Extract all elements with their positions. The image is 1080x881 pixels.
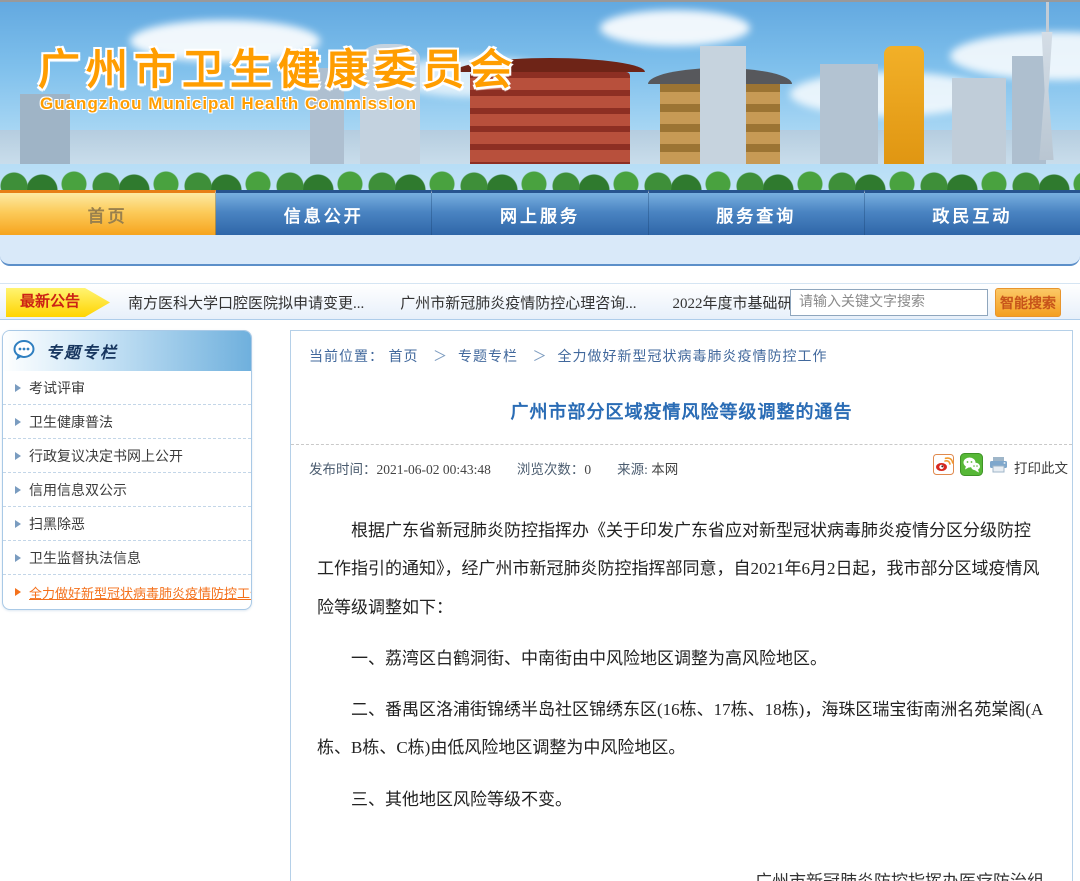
breadcrumb-label: 当前位置： [309,350,384,365]
search-input[interactable] [790,289,988,316]
breadcrumb-separator: ＞ [433,350,448,365]
print-article-button[interactable]: 打印此文 [1014,457,1068,477]
wechat-share-icon[interactable] [960,453,983,480]
site-banner: 广州市卫生健康委员会 Guangzhou Municipal Health Co… [0,0,1080,190]
breadcrumb-item[interactable]: ＞ 专题专栏 [423,350,518,365]
arrow-right-icon [15,588,21,596]
ticker-link[interactable]: 广州市新冠肺炎疫情防控心理咨询... [400,292,636,313]
printer-icon[interactable] [989,456,1008,477]
canton-tower-icon [1046,0,1049,34]
arrow-right-icon [15,520,21,528]
sidebar-item-label: 信用信息双公示 [29,480,127,500]
sidebar-item[interactable]: 扫黑除恶 [3,507,251,541]
arrow-right-icon [15,554,21,562]
sidebar-item-label: 卫生监督执法信息 [29,548,141,568]
latest-announcement-badge: 最新公告 [6,288,110,317]
sidebar-item[interactable]: 信用信息双公示 [3,473,251,507]
publish-time-label: 发布时间： [309,462,377,477]
source-label: 来源: [617,462,651,477]
article-signature: 广州市新冠肺炎防控指挥办医疗防治组 [291,867,1072,881]
nav-tab-label: 信息公开 [284,202,364,227]
nav-tab[interactable]: 政民互动 [865,190,1080,235]
sidebar-item[interactable]: 全力做好新型冠状病毒肺炎疫情防控工作 [3,575,251,609]
sidebar-item[interactable]: 考试评审 [3,371,251,405]
breadcrumb-item[interactable]: ＞首页 [389,350,419,365]
sidebar-item-label: 考试评审 [29,378,85,398]
share-toolbar: 打印此文 [933,453,1068,480]
site-subtitle: Guangzhou Municipal Health Commission [40,94,417,114]
speech-bubble-icon [13,340,37,362]
sidebar-header: 专题专栏 [3,331,251,371]
skyline-building [820,64,878,164]
breadcrumb-items: ＞首页 ＞ 专题专栏 ＞ 全力做好新型冠状病毒肺炎疫情防控工作 [389,350,828,365]
nav-tab-label: 政民互动 [932,202,1012,227]
breadcrumb-item[interactable]: ＞ 全力做好新型冠状病毒肺炎疫情防控工作 [523,350,828,365]
smart-search-button[interactable]: 智能搜索 [995,288,1061,317]
breadcrumb-separator: ＞ [533,350,548,365]
article-panel: 当前位置： ＞首页 ＞ 专题专栏 ＞ 全力做好新型冠状病毒肺炎疫情防控工作 广州市部… [290,330,1073,881]
article-paragraph: 二、番禺区洛浦街锦绣半岛社区锦绣东区(16栋、17栋、18栋)，海珠区瑞宝街南洲… [317,691,1046,768]
nav-tab-label: 首页 [88,202,128,227]
nav-substrip [0,235,1080,266]
announcement-ticker: 最新公告 南方医科大学口腔医院拟申请变更... 广州市新冠肺炎疫情防控心理咨询.… [0,283,1080,320]
arrow-right-icon [15,418,21,426]
nav-tab-label: 服务查询 [716,202,796,227]
article-body: 根据广东省新冠肺炎防控指挥办《关于印发广东省应对新型冠状病毒肺炎疫情分区分级防控… [291,488,1072,819]
views-value: 0 [584,462,591,477]
article-meta: 发布时间：2021-06-02 00:43:48 浏览次数：0 来源: 本网 [291,444,1072,488]
arrow-right-icon [15,384,21,392]
article-paragraph: 一、荔湾区白鹤洞街、中南街由中风险地区调整为高风险地区。 [317,640,1046,678]
skyline-building [884,46,924,164]
trees-decoration [0,160,1080,190]
arrow-right-icon [15,452,21,460]
breadcrumb-item-label: 首页 [389,350,419,365]
sidebar-item-label: 扫黑除恶 [29,514,85,534]
nav-tab[interactable]: 服务查询 [649,190,865,235]
nav-tab-label: 网上服务 [500,202,580,227]
sidebar-item[interactable]: 卫生健康普法 [3,405,251,439]
article-paragraph: 三、其他地区风险等级不变。 [317,781,1046,819]
sidebar-special-topics: 专题专栏 考试评审 卫生健康普法 行政复议决定书网上公开 [2,330,252,610]
skyline-building [700,46,746,164]
source-value: 本网 [651,462,678,477]
sidebar-item-label: 全力做好新型冠状病毒肺炎疫情防控工作 [29,583,252,602]
publish-time-value: 2021-06-02 00:43:48 [377,462,491,477]
breadcrumb-item-label: 专题专栏 [458,350,518,365]
nav-tab[interactable]: 信息公开 [216,190,432,235]
ticker-link[interactable]: 南方医科大学口腔医院拟申请变更... [128,292,364,313]
views-label: 浏览次数： [517,462,585,477]
main-nav: 首页 信息公开 网上服务 服务查询 政民互动 [0,190,1080,235]
page: 广州市卫生健康委员会 Guangzhou Municipal Health Co… [0,0,1080,881]
weibo-share-icon[interactable] [933,454,954,479]
article-title: 广州市部分区域疫情风险等级调整的通告 [291,398,1072,424]
sidebar-item[interactable]: 卫生监督执法信息 [3,541,251,575]
sidebar-item[interactable]: 行政复议决定书网上公开 [3,439,251,473]
ticker-links: 南方医科大学口腔医院拟申请变更... 广州市新冠肺炎疫情防控心理咨询... 20… [128,284,879,321]
nav-tab[interactable]: 网上服务 [432,190,648,235]
sidebar-menu: 考试评审 卫生健康普法 行政复议决定书网上公开 信用信息双公示 [3,371,251,609]
sidebar-item-label: 卫生健康普法 [29,412,113,432]
nav-tab[interactable]: 首页 [0,190,216,235]
skyline-building [952,78,1006,164]
sidebar-item-label: 行政复议决定书网上公开 [29,446,183,466]
arrow-right-icon [15,486,21,494]
site-title: 广州市卫生健康委员会 [38,36,518,97]
breadcrumb-item-label: 全力做好新型冠状病毒肺炎疫情防控工作 [558,350,828,365]
article-paragraph: 根据广东省新冠肺炎防控指挥办《关于印发广东省应对新型冠状病毒肺炎疫情分区分级防控… [317,512,1046,627]
breadcrumb: 当前位置： ＞首页 ＞ 专题专栏 ＞ 全力做好新型冠状病毒肺炎疫情防控工作 [291,331,1072,378]
sidebar-title: 专题专栏 [46,339,118,363]
